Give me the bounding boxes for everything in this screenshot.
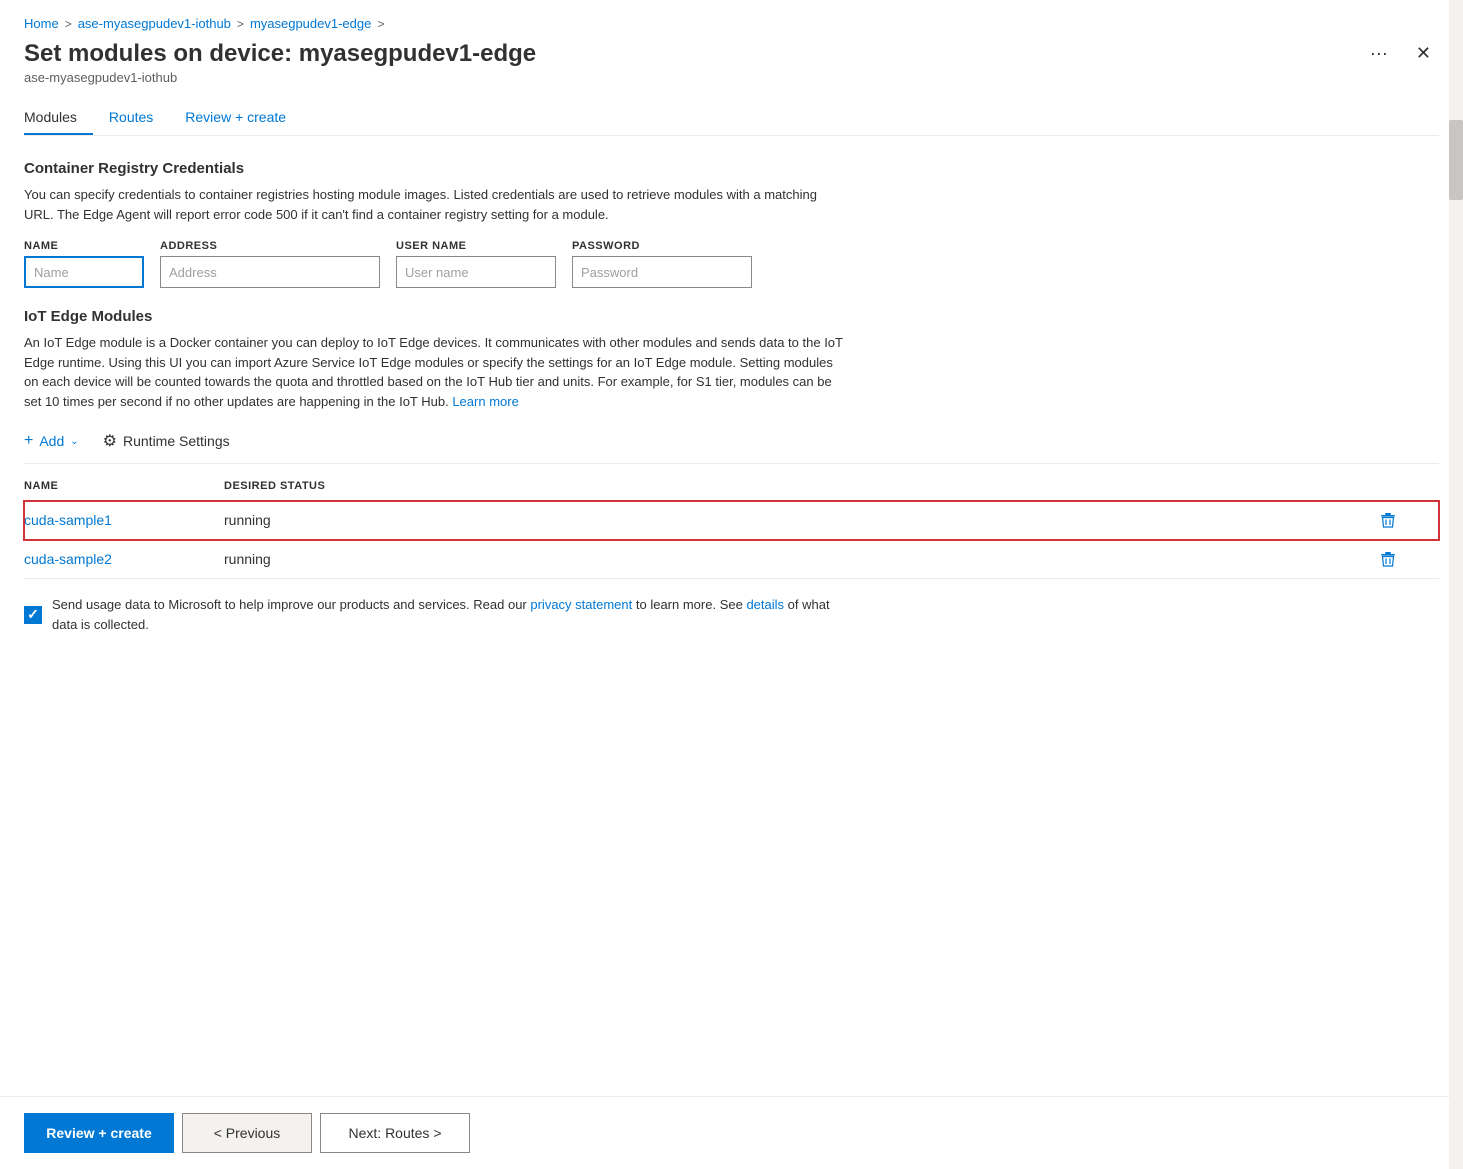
tab-review-create[interactable]: Review + create <box>169 101 302 135</box>
usage-text-middle: to learn more. See <box>636 597 747 612</box>
iot-title: IoT Edge Modules <box>24 308 1439 325</box>
username-label: USER NAME <box>396 240 556 252</box>
module-name-cell: cuda-sample1 <box>24 512 224 528</box>
module-status-1: running <box>224 512 1379 528</box>
tab-modules[interactable]: Modules <box>24 101 93 135</box>
plus-icon: + <box>24 432 33 450</box>
address-label: ADDRESS <box>160 240 380 252</box>
page-title: Set modules on device: myasegpudev1-edge <box>24 40 536 68</box>
review-create-button[interactable]: Review + create <box>24 1113 174 1153</box>
add-label: Add <box>39 433 64 449</box>
title-row: Set modules on device: myasegpudev1-edge… <box>24 39 1439 68</box>
previous-button[interactable]: < Previous <box>182 1113 312 1153</box>
module-actions-2 <box>1379 550 1439 568</box>
breadcrumb-edge[interactable]: myasegpudev1-edge <box>250 16 371 31</box>
header: Home > ase-myasegpudev1-iothub > myasegp… <box>0 0 1463 136</box>
runtime-settings-button[interactable]: ⚙ Runtime Settings <box>103 427 230 455</box>
breadcrumb-sep2: > <box>237 17 244 31</box>
checkmark-icon: ✓ <box>27 606 39 623</box>
content: Container Registry Credentials You can s… <box>0 136 1463 1096</box>
username-input[interactable] <box>396 256 556 288</box>
subtitle: ase-myasegpudev1-iothub <box>24 70 1439 85</box>
iot-desc-text: An IoT Edge module is a Docker container… <box>24 335 843 409</box>
password-input[interactable] <box>572 256 752 288</box>
col-name-header: NAME <box>24 480 224 492</box>
scrollbar[interactable] <box>1449 0 1463 1169</box>
module-link-2[interactable]: cuda-sample2 <box>24 551 112 567</box>
breadcrumb-iothub[interactable]: ase-myasegpudev1-iothub <box>78 16 231 31</box>
module-actions-1 <box>1379 511 1439 529</box>
details-link[interactable]: details <box>746 597 784 612</box>
name-label: NAME <box>24 240 144 252</box>
tabs: Modules Routes Review + create <box>24 101 1439 136</box>
address-input[interactable] <box>160 256 380 288</box>
chevron-down-icon: ⌄ <box>70 436 78 447</box>
iot-section: IoT Edge Modules An IoT Edge module is a… <box>24 308 1439 634</box>
next-button[interactable]: Next: Routes > <box>320 1113 470 1153</box>
trash-icon <box>1379 550 1397 568</box>
col-actions-header <box>1379 480 1439 492</box>
usage-checkbox[interactable]: ✓ <box>24 606 42 624</box>
tab-routes[interactable]: Routes <box>93 101 169 135</box>
password-label: PASSWORD <box>572 240 752 252</box>
title-actions: ··· ✕ <box>1362 39 1439 68</box>
learn-more-link[interactable]: Learn more <box>452 394 518 409</box>
breadcrumb-home[interactable]: Home <box>24 16 59 31</box>
usage-text: Send usage data to Microsoft to help imp… <box>52 595 852 634</box>
iot-desc: An IoT Edge module is a Docker container… <box>24 333 844 411</box>
registry-form: NAME ADDRESS USER NAME PASSWORD <box>24 240 1439 288</box>
password-field: PASSWORD <box>572 240 752 288</box>
module-link-1[interactable]: cuda-sample1 <box>24 512 112 528</box>
table-row: cuda-sample2 running <box>24 540 1439 579</box>
delete-button-1[interactable] <box>1379 511 1405 529</box>
scrollbar-thumb[interactable] <box>1449 120 1463 200</box>
username-field: USER NAME <box>396 240 556 288</box>
usage-text-before: Send usage data to Microsoft to help imp… <box>52 597 530 612</box>
col-status-header: DESIRED STATUS <box>224 480 1379 492</box>
table-row: cuda-sample1 running <box>24 501 1439 540</box>
address-field: ADDRESS <box>160 240 380 288</box>
runtime-label: Runtime Settings <box>123 433 230 449</box>
registry-title: Container Registry Credentials <box>24 160 1439 177</box>
breadcrumb-sep3: > <box>377 17 384 31</box>
add-button[interactable]: + Add ⌄ <box>24 428 79 454</box>
privacy-statement-link[interactable]: privacy statement <box>530 597 632 612</box>
table-divider <box>24 463 1439 464</box>
name-input[interactable] <box>24 256 144 288</box>
table-header: NAME DESIRED STATUS <box>24 472 1439 501</box>
breadcrumb-sep1: > <box>65 17 72 31</box>
close-button[interactable]: ✕ <box>1408 39 1439 68</box>
toolbar: + Add ⌄ ⚙ Runtime Settings <box>24 427 1439 455</box>
registry-desc: You can specify credentials to container… <box>24 185 844 224</box>
usage-row: ✓ Send usage data to Microsoft to help i… <box>24 595 1439 634</box>
name-field: NAME <box>24 240 144 288</box>
module-status-2: running <box>224 551 1379 567</box>
module-name-cell-2: cuda-sample2 <box>24 551 224 567</box>
footer: Review + create < Previous Next: Routes … <box>0 1096 1463 1169</box>
panel: Home > ase-myasegpudev1-iothub > myasegp… <box>0 0 1463 1169</box>
ellipsis-button[interactable]: ··· <box>1362 39 1396 68</box>
delete-button-2[interactable] <box>1379 550 1405 568</box>
trash-icon <box>1379 511 1397 529</box>
registry-section: Container Registry Credentials You can s… <box>24 160 1439 288</box>
breadcrumb: Home > ase-myasegpudev1-iothub > myasegp… <box>24 16 1439 31</box>
gear-icon: ⚙ <box>103 431 117 451</box>
